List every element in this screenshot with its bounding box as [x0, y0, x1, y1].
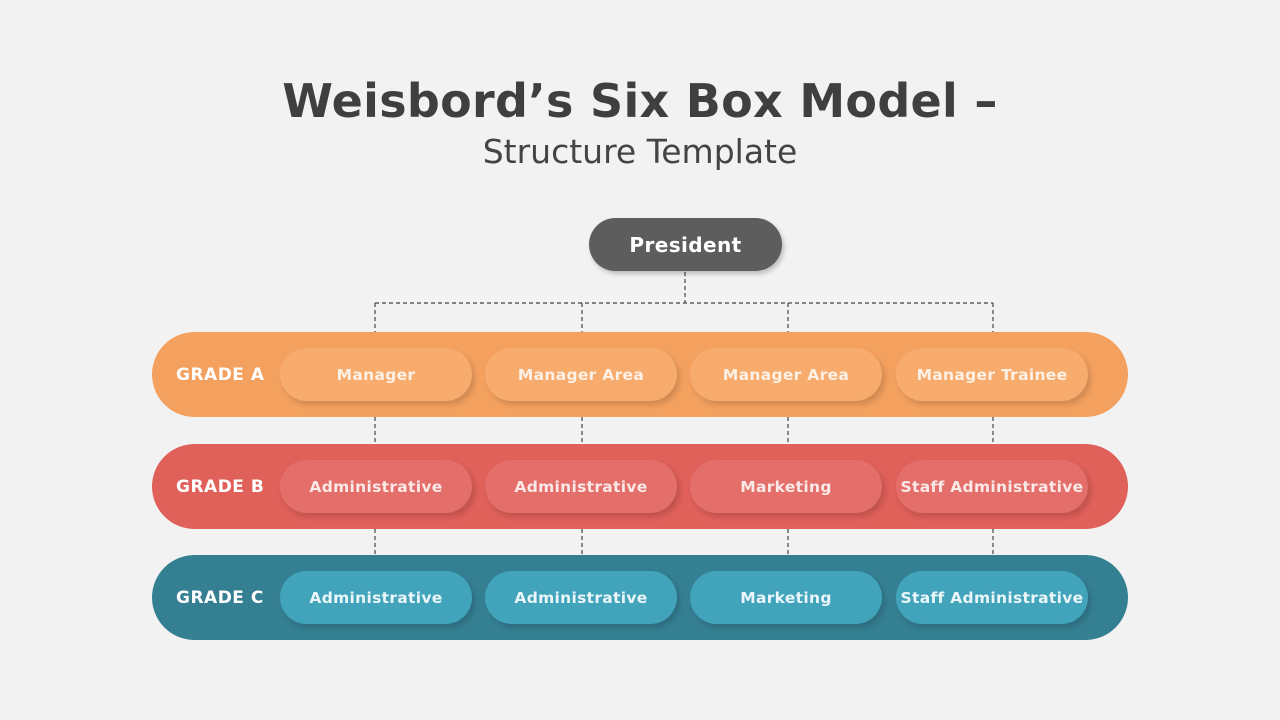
grade-c-role-3[interactable]: Marketing	[690, 571, 882, 624]
grade-a-role-4[interactable]: Manager Trainee	[896, 348, 1088, 401]
grade-b-label: GRADE B	[176, 476, 265, 497]
grade-a-label: GRADE A	[176, 364, 265, 385]
president-node[interactable]: President	[589, 218, 782, 271]
grade-a-role-3[interactable]: Manager Area	[690, 348, 882, 401]
grade-c-role-2[interactable]: Administrative	[485, 571, 677, 624]
grade-a-role-1[interactable]: Manager	[280, 348, 472, 401]
slide-title: Weisbord’s Six Box Model –	[282, 74, 998, 128]
grade-b-role-4[interactable]: Staff Administrative	[896, 460, 1088, 513]
grade-a-role-2[interactable]: Manager Area	[485, 348, 677, 401]
slide-subtitle: Structure Template	[482, 132, 798, 171]
grade-c-row: GRADE C Administrative Administrative Ma…	[152, 555, 1128, 640]
grade-a-row: GRADE A Manager Manager Area Manager Are…	[152, 332, 1128, 417]
grade-c-role-1[interactable]: Administrative	[280, 571, 472, 624]
grade-c-label: GRADE C	[176, 587, 264, 608]
grade-b-row: GRADE B Administrative Administrative Ma…	[152, 444, 1128, 529]
grade-b-role-2[interactable]: Administrative	[485, 460, 677, 513]
grade-b-role-3[interactable]: Marketing	[690, 460, 882, 513]
grade-b-role-1[interactable]: Administrative	[280, 460, 472, 513]
grade-c-role-4[interactable]: Staff Administrative	[896, 571, 1088, 624]
